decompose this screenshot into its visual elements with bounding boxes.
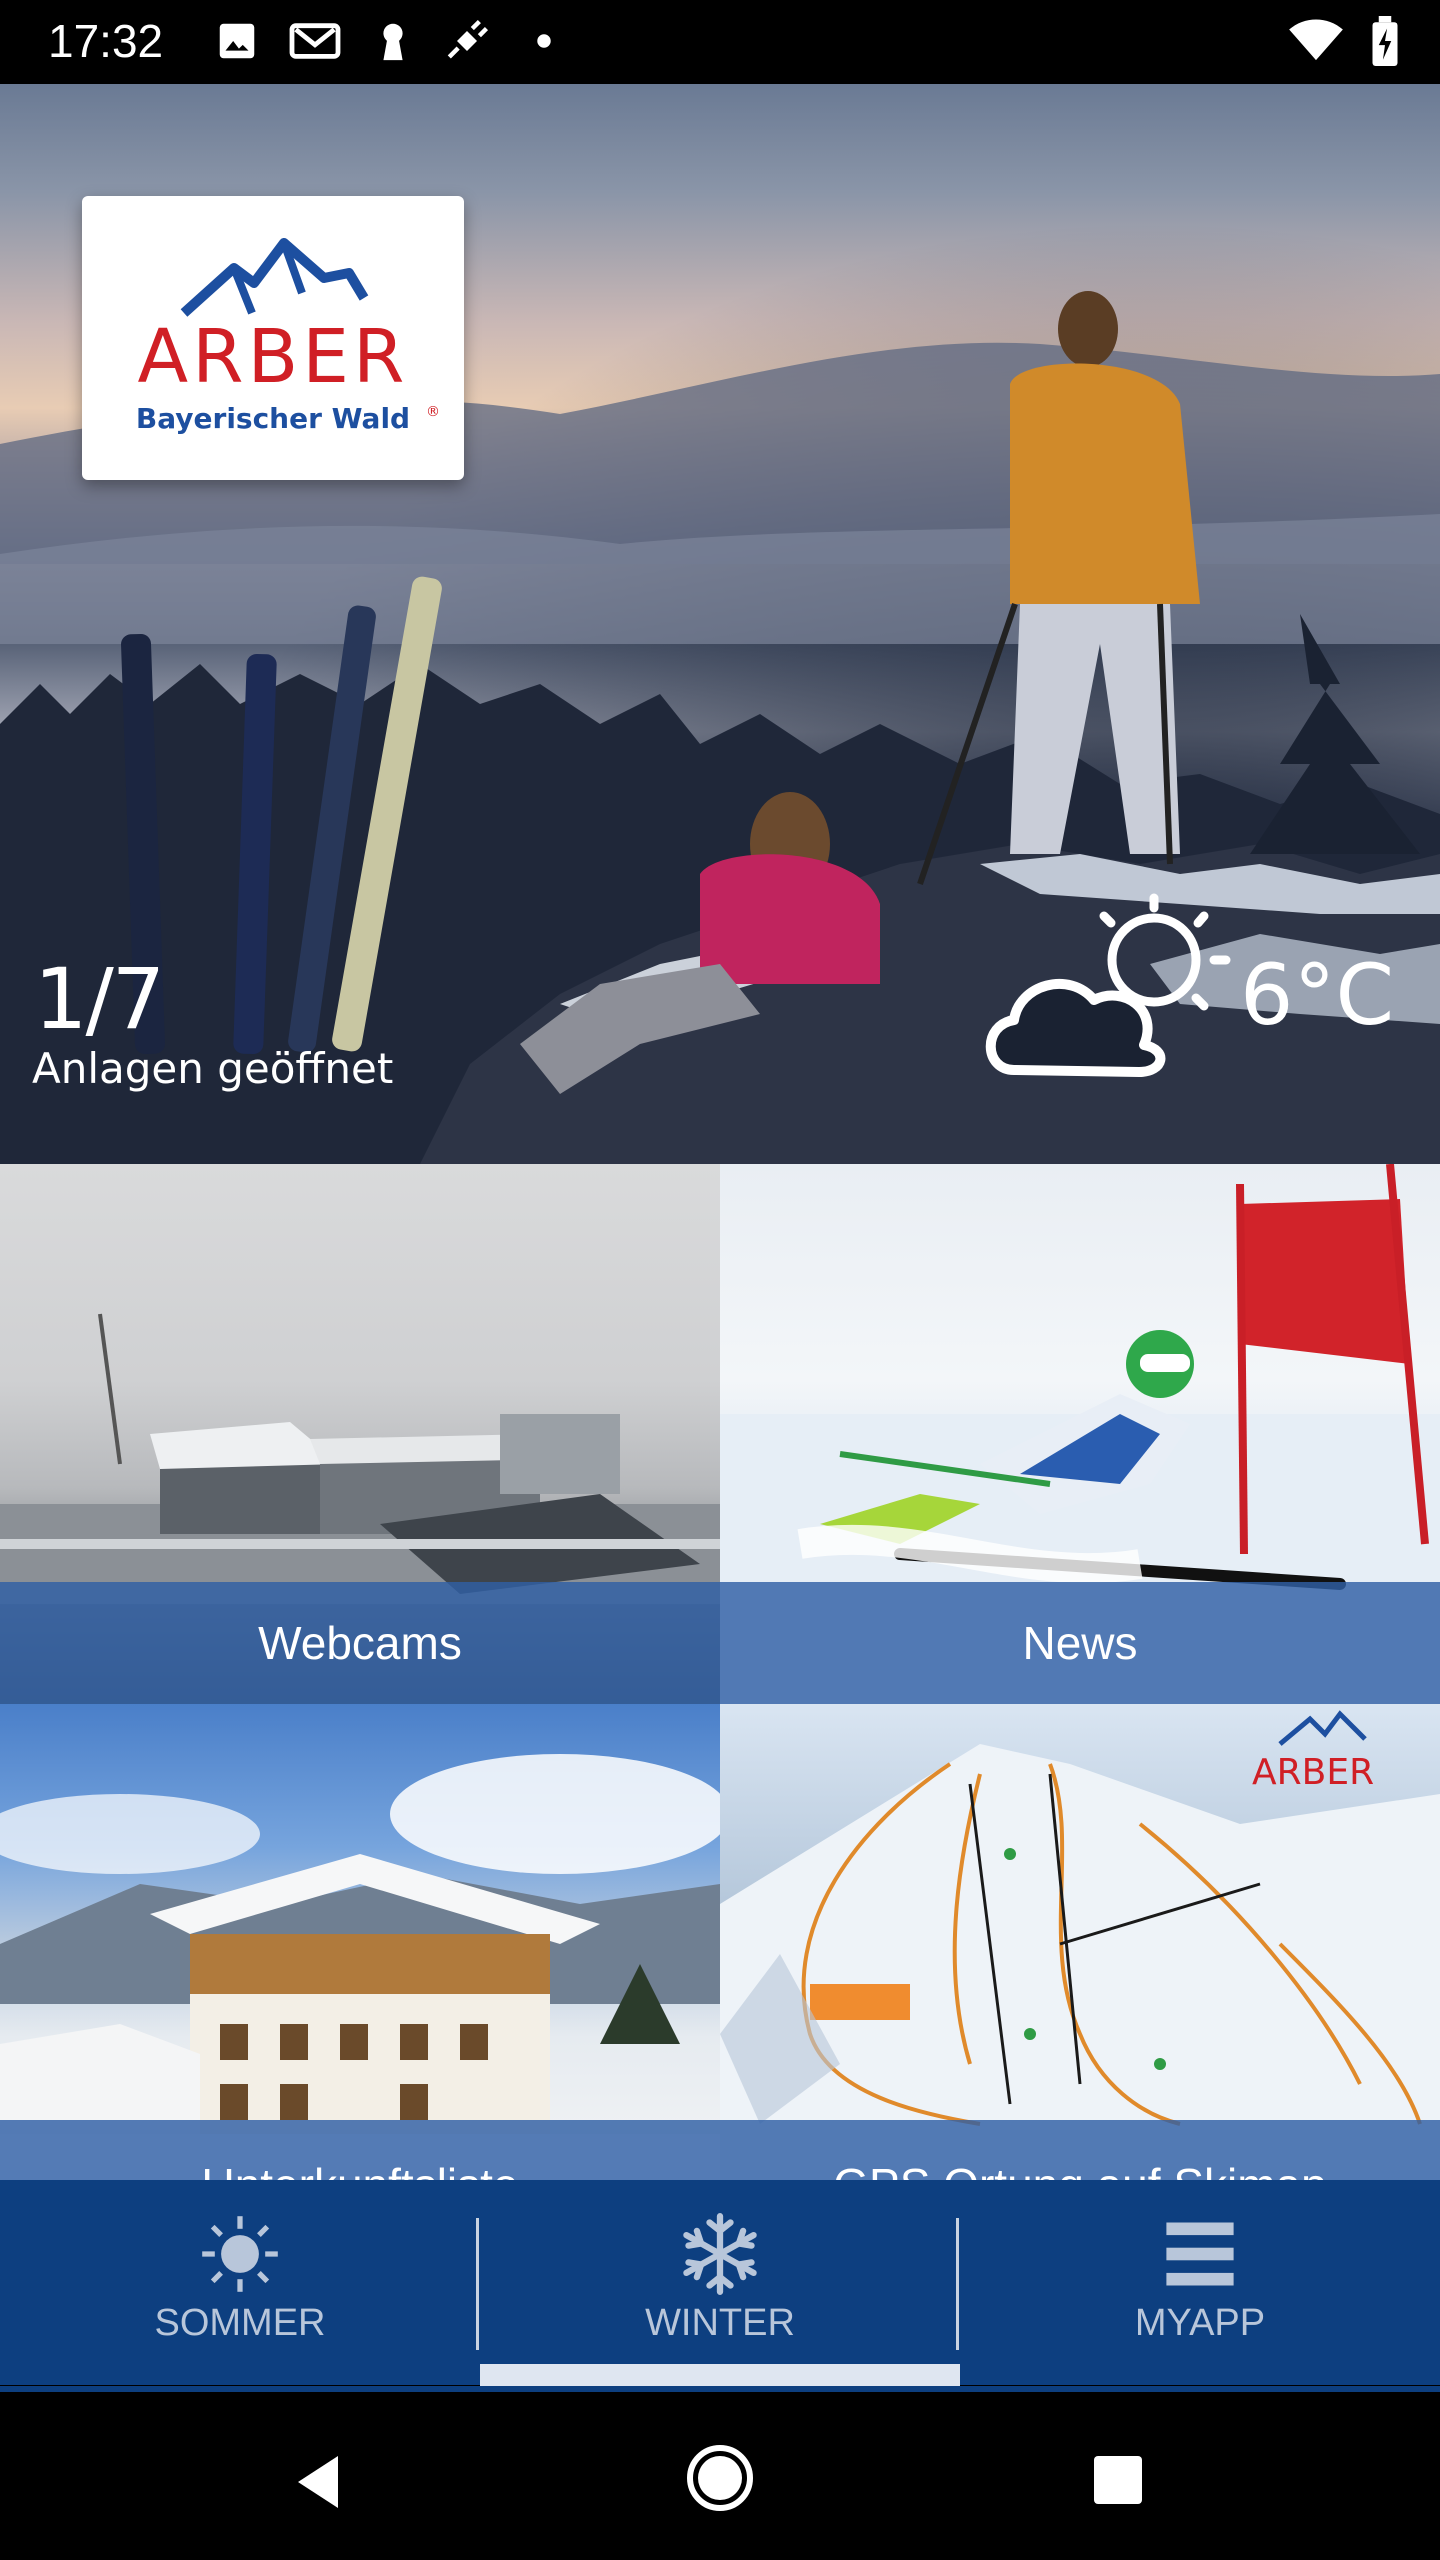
nav-winter-label: WINTER bbox=[645, 2302, 795, 2344]
dot-icon bbox=[537, 34, 551, 48]
satellite-icon bbox=[447, 19, 489, 59]
skimap-photo: ARBER bbox=[720, 1710, 1440, 2180]
wifi-icon bbox=[1289, 19, 1343, 61]
arber-logo: ® ARBER Bayerischer Wald bbox=[82, 196, 464, 480]
gmail-icon bbox=[289, 23, 341, 59]
clock: 17:32 bbox=[48, 15, 164, 67]
nav-winter[interactable]: WINTER bbox=[480, 2180, 960, 2385]
image-icon bbox=[219, 23, 255, 59]
nav-divider bbox=[476, 2218, 479, 2350]
tile-gps-skimap[interactable]: ARBER GPS Ortung auf Skimap bbox=[720, 1704, 1440, 2180]
battery-icon bbox=[1372, 16, 1398, 66]
status-right bbox=[1286, 16, 1400, 66]
keyhole-icon bbox=[383, 23, 403, 61]
hero-banner[interactable]: ® ARBER Bayerischer Wald 1/7 Anlagen geö… bbox=[0, 84, 1440, 1164]
temperature: 6°C bbox=[1240, 946, 1395, 1044]
bottom-navigation: SOMMER WINTER MYAPP bbox=[0, 2180, 1440, 2385]
tile-news[interactable]: News bbox=[720, 1164, 1440, 1704]
tile-news-label: News bbox=[720, 1582, 1440, 1704]
nav-myapp-label: MYAPP bbox=[1134, 2302, 1266, 2344]
recents-icon[interactable] bbox=[1090, 2452, 1146, 2508]
logo-brand: ARBER bbox=[137, 314, 409, 400]
logo-subtitle: Bayerischer Wald bbox=[135, 402, 411, 435]
partly-cloudy-icon bbox=[985, 893, 1231, 1077]
tile-gps-skimap-label: GPS Ortung auf Skimap bbox=[720, 2120, 1440, 2180]
tile-accommodation[interactable]: Unterkunftsliste bbox=[0, 1704, 720, 2180]
nav-myapp[interactable]: MYAPP bbox=[960, 2180, 1440, 2385]
nav-divider bbox=[956, 2218, 959, 2350]
lifts-open-label: Anlagen geöffnet bbox=[32, 1044, 394, 1093]
tile-webcams[interactable]: Webcams bbox=[0, 1164, 720, 1704]
nav-sommer-label: SOMMER bbox=[154, 2302, 326, 2344]
nav-active-indicator bbox=[480, 2364, 960, 2386]
back-icon[interactable] bbox=[286, 2450, 350, 2514]
tile-accommodation-label: Unterkunftsliste bbox=[0, 2120, 720, 2180]
status-bar: 17:32 bbox=[0, 0, 1440, 84]
lifts-open-count: 1/7 bbox=[34, 950, 165, 1048]
skimap-logo-text: ARBER bbox=[1252, 1752, 1374, 1793]
accommodation-photo bbox=[0, 1754, 720, 2180]
nav-sommer[interactable]: SOMMER bbox=[0, 2180, 480, 2385]
home-icon[interactable] bbox=[686, 2444, 754, 2512]
sun-icon bbox=[202, 2216, 278, 2292]
system-navigation-bar bbox=[0, 2392, 1440, 2560]
snowflake-icon bbox=[683, 2213, 757, 2295]
tile-webcams-label: Webcams bbox=[0, 1582, 720, 1704]
menu-icon bbox=[1166, 2222, 1234, 2286]
